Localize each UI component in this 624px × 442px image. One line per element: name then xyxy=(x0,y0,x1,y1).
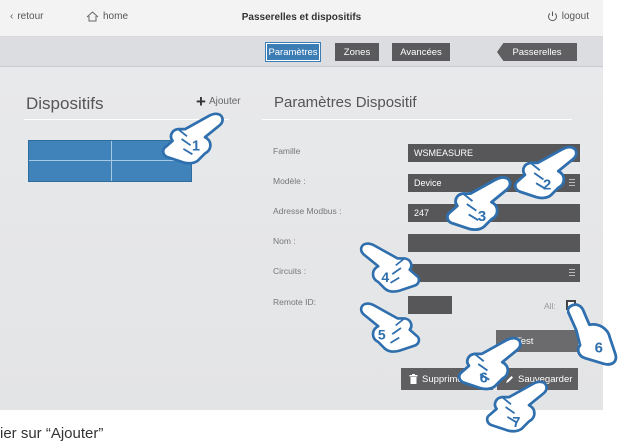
callout-number-2: 2 xyxy=(543,178,551,194)
callout-hand-4: 4 xyxy=(352,240,422,296)
model-label: Modèle : xyxy=(273,176,306,186)
add-label: Ajouter xyxy=(208,96,241,107)
callout-hand-3: 3 xyxy=(444,172,520,236)
name-label: Nom : xyxy=(273,236,296,246)
callout-hand-6-right: 6 xyxy=(567,303,618,366)
callout-hand-1: 1 xyxy=(160,108,232,170)
instruction-caption: ier sur “Ajouter” xyxy=(0,425,104,442)
callout-number-7: 7 xyxy=(512,415,520,431)
tab-zones[interactable]: Zones xyxy=(335,43,379,61)
callout-number-3: 3 xyxy=(478,208,486,225)
callout-hand-7: 7 xyxy=(484,376,556,438)
tab-avancees[interactable]: Avancées xyxy=(392,43,450,61)
modbus-label: Adresse Modbus : xyxy=(273,206,342,216)
model-value: Device xyxy=(414,178,442,188)
add-device-button[interactable]: + Ajouter xyxy=(196,91,241,111)
page-title: Passerelles et dispositifs xyxy=(241,12,362,23)
all-label: All: xyxy=(544,301,556,311)
logout-label: logout xyxy=(561,11,589,22)
callout-hand-5: 5 xyxy=(352,300,422,356)
tab-parametres[interactable]: Paramètres xyxy=(265,42,321,62)
callout-number-4: 4 xyxy=(381,269,389,285)
remote-id-label: Remote ID: xyxy=(273,297,316,307)
callout-number-5: 5 xyxy=(378,326,386,342)
devices-title: Dispositifs xyxy=(26,94,104,113)
circuits-label: Circuits : xyxy=(273,266,307,276)
divider xyxy=(111,141,112,181)
callout-number-6: 6 xyxy=(595,340,603,357)
passerelles-back-button[interactable]: Passerelles xyxy=(497,43,577,61)
dropdown-icon xyxy=(569,269,575,276)
circuits-select[interactable] xyxy=(408,264,580,282)
top-bar: ‹ retour home Passerelles et dispositifs… xyxy=(0,0,603,37)
family-label: Famille xyxy=(273,146,301,156)
device-params-title: Paramètres Dispositif xyxy=(274,94,417,111)
power-icon xyxy=(547,11,557,22)
family-value: WSMEASURE xyxy=(414,148,474,158)
tab-bar: Paramètres Zones Avancées Passerelles xyxy=(0,37,603,67)
plus-icon: + xyxy=(196,91,206,111)
trash-icon xyxy=(409,374,418,384)
modbus-value: 247 xyxy=(414,208,430,218)
name-field[interactable] xyxy=(408,234,580,252)
logout-button[interactable]: logout xyxy=(547,11,589,22)
device-params-header: Paramètres Dispositif xyxy=(262,90,572,120)
callout-hand-2: 2 xyxy=(512,142,586,204)
callout-number-1: 1 xyxy=(192,139,200,155)
